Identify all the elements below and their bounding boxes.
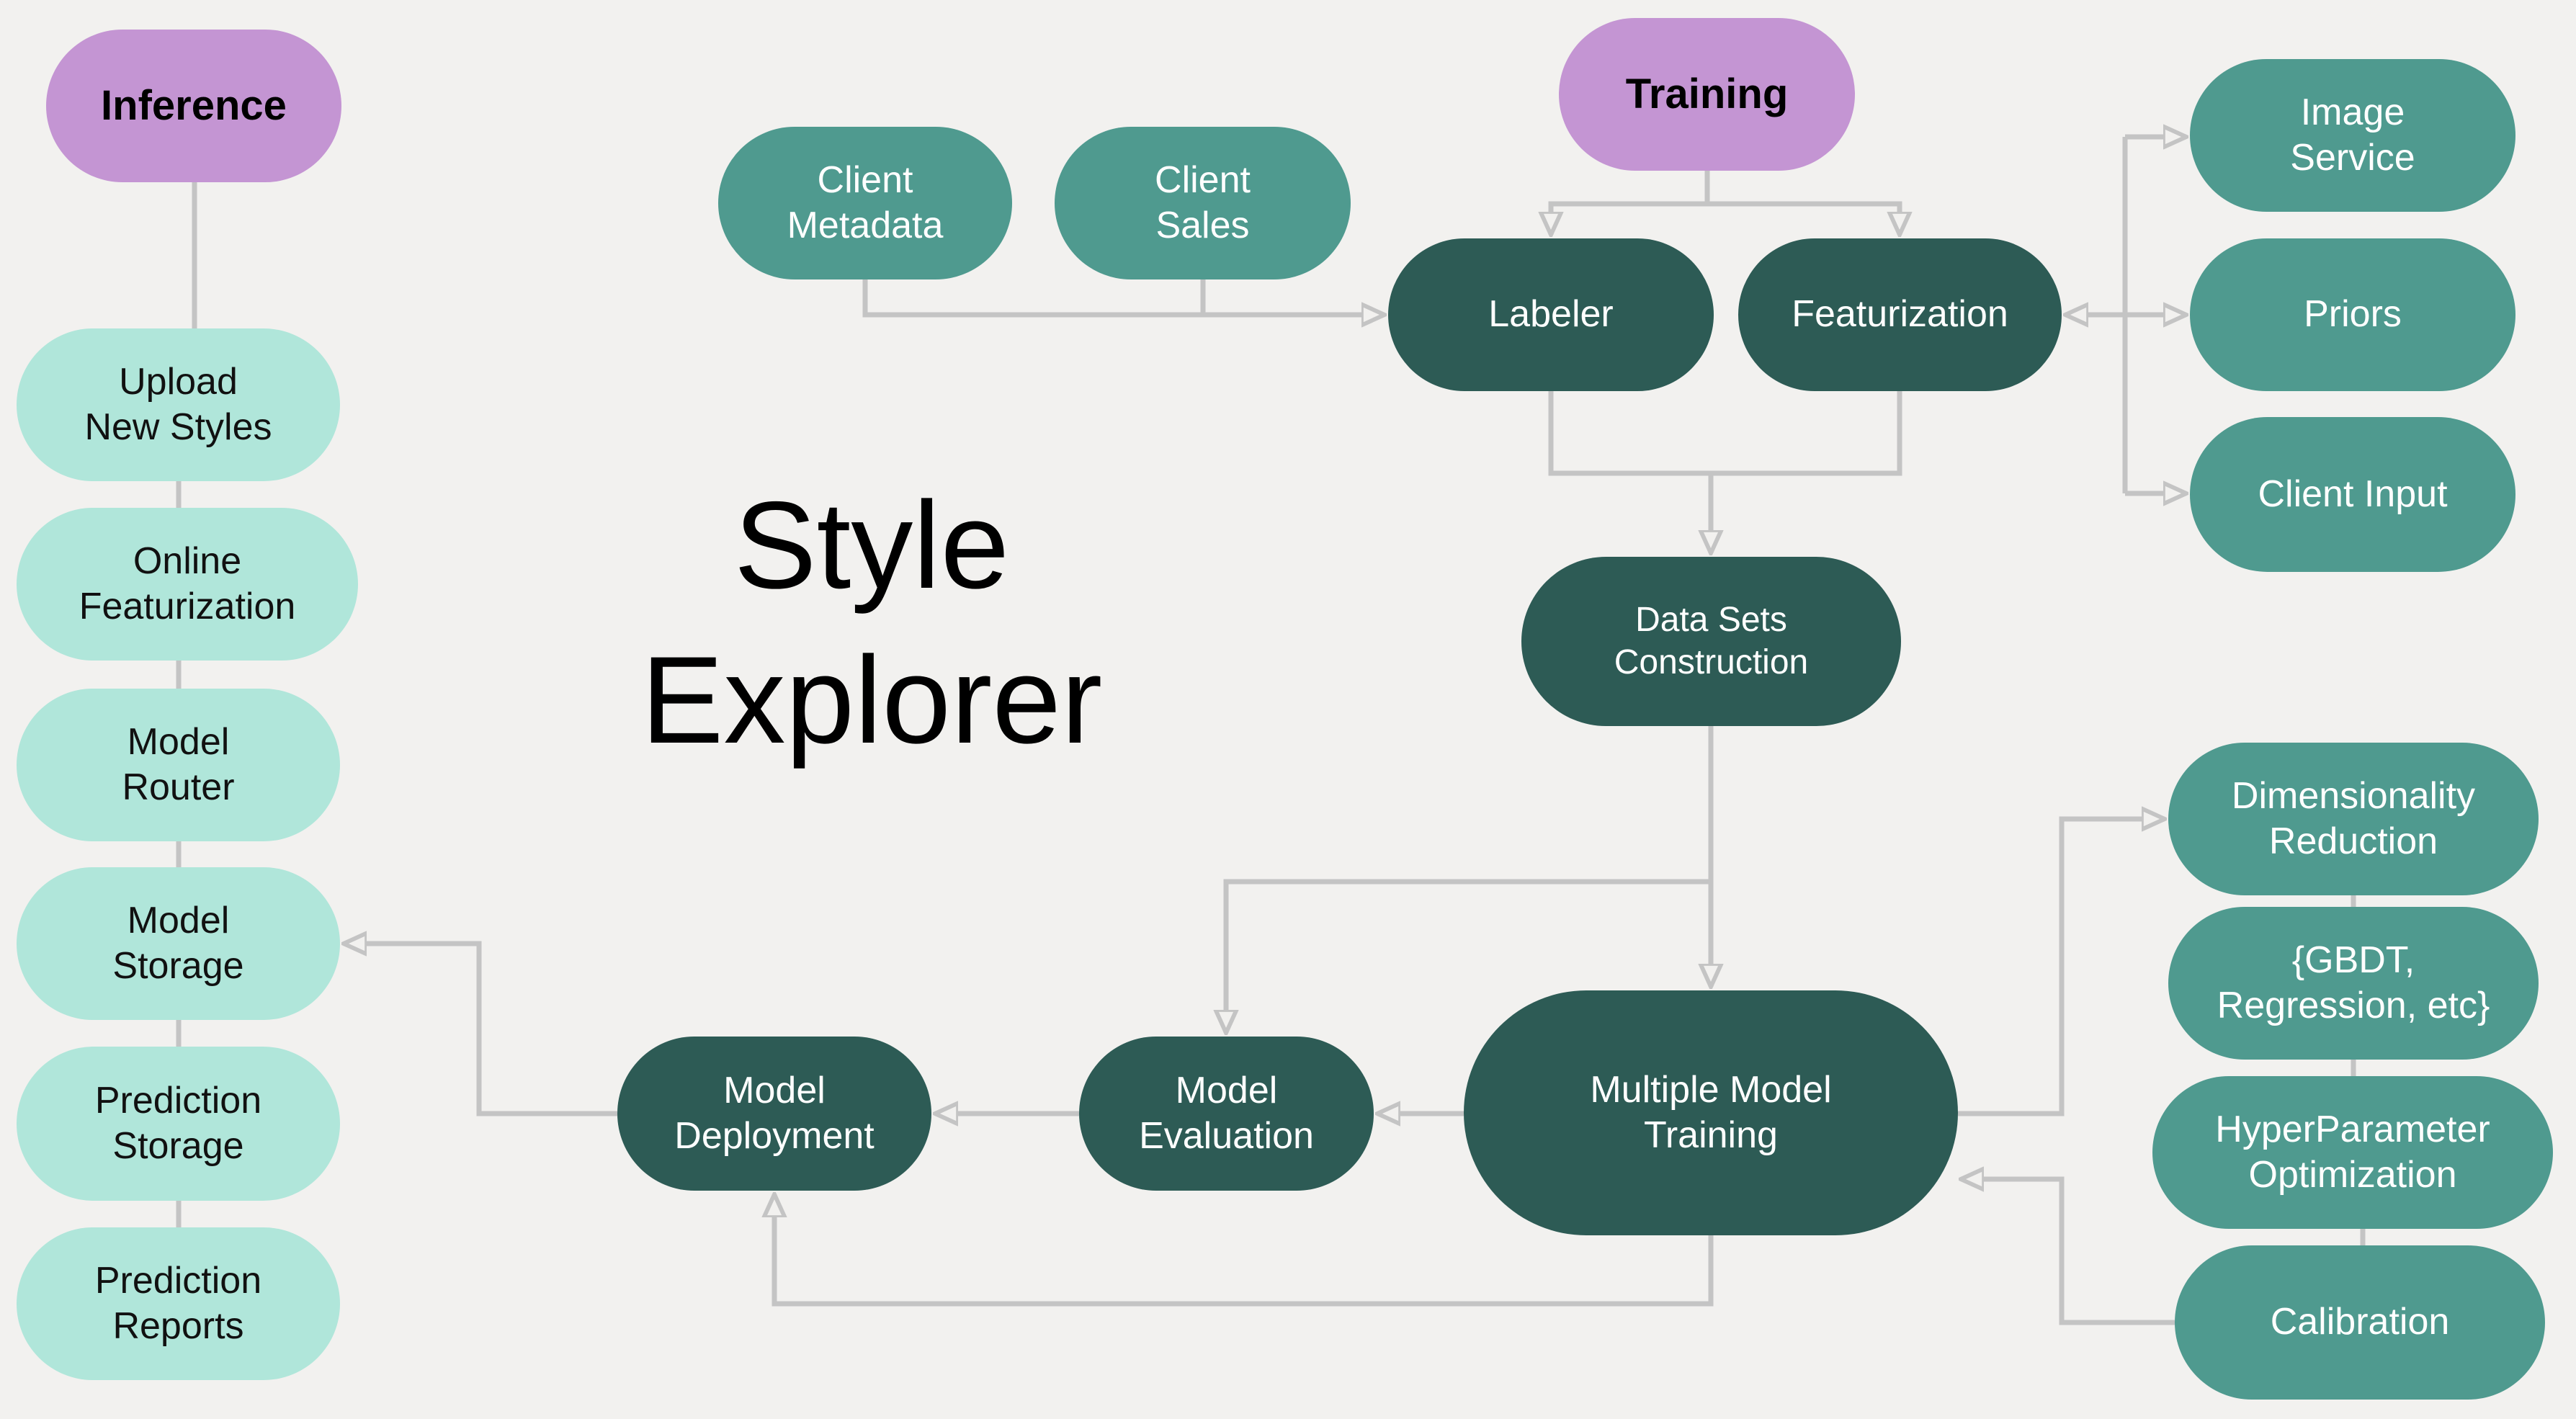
node-online-featurization[interactable]: Online Featurization — [17, 508, 358, 661]
node-model-evaluation[interactable]: Model Evaluation — [1079, 1037, 1374, 1191]
edge-training-to-featurization — [1707, 201, 1900, 235]
node-label: Client Sales — [1155, 158, 1251, 246]
node-label: Upload New Styles — [84, 360, 272, 448]
node-calibration[interactable]: Calibration — [2175, 1245, 2545, 1400]
node-label: Priors — [2304, 293, 2402, 336]
node-label: Dimensionality Reduction — [2231, 774, 2476, 862]
node-prediction-reports[interactable]: Prediction Reports — [17, 1227, 340, 1380]
edge-training-to-dimred — [1958, 819, 2165, 1116]
node-model-deployment[interactable]: Model Deployment — [617, 1037, 931, 1191]
node-label: Multiple Model Training — [1590, 1068, 1832, 1156]
node-gbdt-regression[interactable]: {GBDT, Regression, etc} — [2168, 907, 2539, 1060]
node-client-input[interactable]: Client Input — [2190, 417, 2515, 572]
node-priors[interactable]: Priors — [2190, 238, 2515, 391]
node-model-router[interactable]: Model Router — [17, 689, 340, 841]
node-label: Image Service — [2290, 91, 2415, 179]
node-prediction-storage[interactable]: Prediction Storage — [17, 1047, 340, 1201]
edge-merge-to-datasets — [1548, 391, 1902, 476]
training-header: Training — [1559, 18, 1855, 171]
node-label: Model Storage — [112, 899, 244, 987]
node-label: Model Deployment — [674, 1069, 875, 1157]
node-model-storage[interactable]: Model Storage — [17, 867, 340, 1020]
inference-header: Inference — [46, 30, 341, 182]
edge-training-split — [1551, 171, 1710, 235]
node-label: Prediction Storage — [94, 1079, 262, 1167]
node-hyperparameter-optimization[interactable]: HyperParameter Optimization — [2152, 1076, 2553, 1229]
edge-deployment-to-storage — [344, 944, 617, 1116]
node-label: Model Router — [122, 720, 235, 808]
node-label: Prediction Reports — [94, 1259, 262, 1347]
node-dimensionality-reduction[interactable]: Dimensionality Reduction — [2168, 743, 2539, 895]
node-label: Model Evaluation — [1139, 1069, 1314, 1157]
node-label: {GBDT, Regression, etc} — [2217, 939, 2490, 1026]
node-label: Featurization — [1792, 293, 2008, 336]
node-label: Online Featurization — [79, 540, 296, 627]
node-label: Client Metadata — [787, 158, 944, 246]
node-label: Labeler — [1488, 293, 1614, 336]
edge-calibration-to-training — [1961, 1179, 2175, 1325]
node-labeler[interactable]: Labeler — [1388, 238, 1714, 391]
diagram-title: Style Explorer — [640, 476, 1103, 769]
node-multiple-model-training[interactable]: Multiple Model Training — [1464, 990, 1958, 1235]
node-client-sales[interactable]: Client Sales — [1055, 127, 1351, 279]
node-featurization[interactable]: Featurization — [1738, 238, 2062, 391]
node-data-sets-construction[interactable]: Data Sets Construction — [1521, 557, 1901, 726]
node-image-service[interactable]: Image Service — [2190, 59, 2515, 212]
node-label: HyperParameter Optimization — [2215, 1108, 2490, 1196]
node-label: Data Sets Construction — [1614, 600, 1809, 681]
node-label: Client Input — [2258, 473, 2448, 515]
node-client-metadata[interactable]: Client Metadata — [718, 127, 1012, 279]
node-label: Calibration — [2270, 1301, 2450, 1343]
inference-header-label: Inference — [101, 81, 287, 129]
training-header-label: Training — [1625, 70, 1789, 117]
edge-client-to-labeler — [862, 279, 1385, 315]
node-upload-new-styles[interactable]: Upload New Styles — [17, 328, 340, 481]
